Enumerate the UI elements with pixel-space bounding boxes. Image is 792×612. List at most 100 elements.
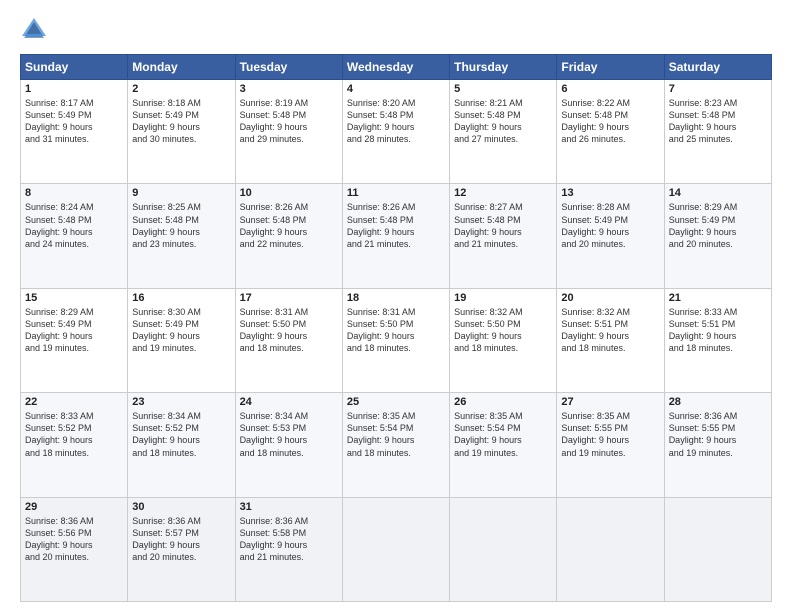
calendar-cell: 12Sunrise: 8:27 AM Sunset: 5:48 PM Dayli… [450, 184, 557, 288]
day-number: 20 [561, 292, 659, 304]
cell-info: Sunrise: 8:33 AM Sunset: 5:52 PM Dayligh… [25, 410, 123, 459]
cell-info: Sunrise: 8:31 AM Sunset: 5:50 PM Dayligh… [240, 306, 338, 355]
day-number: 24 [240, 396, 338, 408]
cell-info: Sunrise: 8:25 AM Sunset: 5:48 PM Dayligh… [132, 201, 230, 250]
day-of-week-saturday: Saturday [664, 55, 771, 80]
calendar-cell: 10 Sunrise: 8:26 AM Sunset: 5:48 PM Dayli… [235, 184, 342, 288]
calendar-cell: 21 Sunrise: 8:33 AM Sunset: 5:51 PM Dayli… [664, 288, 771, 392]
cell-info: Sunrise: 8:36 AM Sunset: 5:55 PM Dayligh… [669, 410, 767, 459]
cell-info: Sunrise: 8:30 AM Sunset: 5:49 PM Dayligh… [132, 306, 230, 355]
calendar-cell: 4 Sunrise: 8:20 AM Sunset: 5:48 PM Daylig… [342, 80, 449, 184]
day-number: 29 [25, 501, 123, 513]
cell-info: Sunrise: 8:36 AM Sunset: 5:58 PM Dayligh… [240, 515, 338, 564]
cell-info: Sunrise: 8:32 AM Sunset: 5:51 PM Dayligh… [561, 306, 659, 355]
cell-info: Sunrise: 8:36 AM Sunset: 5:57 PM Dayligh… [132, 515, 230, 564]
calendar-cell [450, 497, 557, 601]
week-row-1: 1 Sunrise: 8:17 AM Sunset: 5:49 PM Daylig… [21, 80, 772, 184]
day-of-week-monday: Monday [128, 55, 235, 80]
calendar-cell [664, 497, 771, 601]
day-number: 4 [347, 83, 445, 95]
cell-info: Sunrise: 8:35 AM Sunset: 5:55 PM Dayligh… [561, 410, 659, 459]
day-number: 16 [132, 292, 230, 304]
cell-info: Sunrise: 8:24 AM Sunset: 5:48 PM Dayligh… [25, 201, 123, 250]
calendar-cell: 29Sunrise: 8:36 AM Sunset: 5:56 PM Dayli… [21, 497, 128, 601]
calendar-cell: 30 Sunrise: 8:36 AM Sunset: 5:57 PM Dayli… [128, 497, 235, 601]
calendar-cell: 16 Sunrise: 8:30 AM Sunset: 5:49 PM Dayli… [128, 288, 235, 392]
day-number: 28 [669, 396, 767, 408]
day-number: 22 [25, 396, 123, 408]
week-row-3: 15Sunrise: 8:29 AM Sunset: 5:49 PM Dayli… [21, 288, 772, 392]
calendar-cell: 15Sunrise: 8:29 AM Sunset: 5:49 PM Dayli… [21, 288, 128, 392]
cell-info: Sunrise: 8:26 AM Sunset: 5:48 PM Dayligh… [240, 201, 338, 250]
calendar: SundayMondayTuesdayWednesdayThursdayFrid… [20, 54, 772, 602]
calendar-cell: 11Sunrise: 8:26 AM Sunset: 5:48 PM Dayli… [342, 184, 449, 288]
cell-info: Sunrise: 8:35 AM Sunset: 5:54 PM Dayligh… [454, 410, 552, 459]
calendar-cell [342, 497, 449, 601]
week-row-2: 8Sunrise: 8:24 AM Sunset: 5:48 PM Daylig… [21, 184, 772, 288]
calendar-cell: 13 Sunrise: 8:28 AM Sunset: 5:49 PM Dayli… [557, 184, 664, 288]
day-number: 3 [240, 83, 338, 95]
day-number: 11 [347, 187, 445, 199]
calendar-cell: 8Sunrise: 8:24 AM Sunset: 5:48 PM Daylig… [21, 184, 128, 288]
day-of-week-thursday: Thursday [450, 55, 557, 80]
cell-info: Sunrise: 8:21 AM Sunset: 5:48 PM Dayligh… [454, 97, 552, 146]
cell-info: Sunrise: 8:23 AM Sunset: 5:48 PM Dayligh… [669, 97, 767, 146]
calendar-cell: 27 Sunrise: 8:35 AM Sunset: 5:55 PM Dayli… [557, 393, 664, 497]
header [20, 16, 772, 44]
day-number: 9 [132, 187, 230, 199]
calendar-cell: 3Sunrise: 8:19 AM Sunset: 5:48 PM Daylig… [235, 80, 342, 184]
day-number: 1 [25, 83, 123, 95]
day-of-week-wednesday: Wednesday [342, 55, 449, 80]
calendar-cell: 6 Sunrise: 8:22 AM Sunset: 5:48 PM Daylig… [557, 80, 664, 184]
day-number: 21 [669, 292, 767, 304]
day-number: 23 [132, 396, 230, 408]
day-of-week-sunday: Sunday [21, 55, 128, 80]
cell-info: Sunrise: 8:18 AM Sunset: 5:49 PM Dayligh… [132, 97, 230, 146]
day-number: 7 [669, 83, 767, 95]
calendar-cell: 22 Sunrise: 8:33 AM Sunset: 5:52 PM Dayli… [21, 393, 128, 497]
day-number: 6 [561, 83, 659, 95]
days-of-week-row: SundayMondayTuesdayWednesdayThursdayFrid… [21, 55, 772, 80]
calendar-cell: 28 Sunrise: 8:36 AM Sunset: 5:55 PM Dayli… [664, 393, 771, 497]
cell-info: Sunrise: 8:28 AM Sunset: 5:49 PM Dayligh… [561, 201, 659, 250]
calendar-cell: 19Sunrise: 8:32 AM Sunset: 5:50 PM Dayli… [450, 288, 557, 392]
page: SundayMondayTuesdayWednesdayThursdayFrid… [0, 0, 792, 612]
calendar-cell: 17 Sunrise: 8:31 AM Sunset: 5:50 PM Dayli… [235, 288, 342, 392]
cell-info: Sunrise: 8:34 AM Sunset: 5:53 PM Dayligh… [240, 410, 338, 459]
day-number: 18 [347, 292, 445, 304]
day-number: 17 [240, 292, 338, 304]
day-number: 14 [669, 187, 767, 199]
calendar-body: 1 Sunrise: 8:17 AM Sunset: 5:49 PM Daylig… [21, 80, 772, 602]
cell-info: Sunrise: 8:20 AM Sunset: 5:48 PM Dayligh… [347, 97, 445, 146]
day-number: 10 [240, 187, 338, 199]
day-number: 13 [561, 187, 659, 199]
calendar-cell: 23Sunrise: 8:34 AM Sunset: 5:52 PM Dayli… [128, 393, 235, 497]
day-number: 5 [454, 83, 552, 95]
cell-info: Sunrise: 8:29 AM Sunset: 5:49 PM Dayligh… [669, 201, 767, 250]
cell-info: Sunrise: 8:17 AM Sunset: 5:49 PM Dayligh… [25, 97, 123, 146]
day-number: 30 [132, 501, 230, 513]
day-number: 25 [347, 396, 445, 408]
calendar-cell [557, 497, 664, 601]
cell-info: Sunrise: 8:35 AM Sunset: 5:54 PM Dayligh… [347, 410, 445, 459]
calendar-cell: 24 Sunrise: 8:34 AM Sunset: 5:53 PM Dayli… [235, 393, 342, 497]
cell-info: Sunrise: 8:33 AM Sunset: 5:51 PM Dayligh… [669, 306, 767, 355]
calendar-cell: 2 Sunrise: 8:18 AM Sunset: 5:49 PM Daylig… [128, 80, 235, 184]
cell-info: Sunrise: 8:27 AM Sunset: 5:48 PM Dayligh… [454, 201, 552, 250]
day-number: 15 [25, 292, 123, 304]
calendar-cell: 1 Sunrise: 8:17 AM Sunset: 5:49 PM Daylig… [21, 80, 128, 184]
day-number: 27 [561, 396, 659, 408]
calendar-cell: 31 Sunrise: 8:36 AM Sunset: 5:58 PM Dayli… [235, 497, 342, 601]
day-of-week-friday: Friday [557, 55, 664, 80]
day-number: 2 [132, 83, 230, 95]
day-number: 26 [454, 396, 552, 408]
calendar-header: SundayMondayTuesdayWednesdayThursdayFrid… [21, 55, 772, 80]
day-number: 31 [240, 501, 338, 513]
calendar-cell: 25 Sunrise: 8:35 AM Sunset: 5:54 PM Dayli… [342, 393, 449, 497]
calendar-cell: 7 Sunrise: 8:23 AM Sunset: 5:48 PM Daylig… [664, 80, 771, 184]
logo-icon [20, 16, 48, 44]
day-of-week-tuesday: Tuesday [235, 55, 342, 80]
week-row-5: 29Sunrise: 8:36 AM Sunset: 5:56 PM Dayli… [21, 497, 772, 601]
cell-info: Sunrise: 8:22 AM Sunset: 5:48 PM Dayligh… [561, 97, 659, 146]
calendar-cell: 9 Sunrise: 8:25 AM Sunset: 5:48 PM Daylig… [128, 184, 235, 288]
